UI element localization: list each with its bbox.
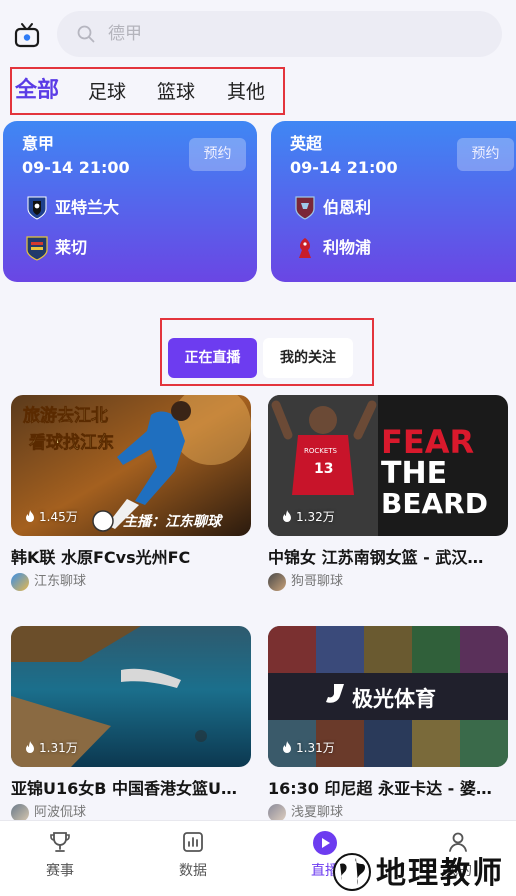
tab-data[interactable]: 数据 bbox=[158, 830, 228, 890]
match-card[interactable]: 英超 09-14 21:00 预约 伯恩利 利物浦 bbox=[271, 121, 516, 282]
search-icon bbox=[77, 25, 95, 43]
search-placeholder: 德甲 bbox=[108, 24, 142, 44]
stream-title[interactable]: 韩K联 水原FCvs光州FC bbox=[11, 546, 251, 570]
view-count: 1.31万 bbox=[282, 740, 335, 756]
book-button[interactable]: 预约 bbox=[457, 138, 514, 171]
tab-data-label: 数据 bbox=[179, 863, 207, 879]
book-button[interactable]: 预约 bbox=[189, 138, 246, 171]
match-league: 意甲 bbox=[22, 134, 55, 153]
match-league: 英超 bbox=[290, 134, 323, 153]
live-now-tab[interactable]: 正在直播 bbox=[168, 338, 257, 378]
tv-logo-icon[interactable] bbox=[14, 22, 40, 50]
view-count: 1.32万 bbox=[282, 509, 335, 525]
stream-thumbnail[interactable]: 13 ROCKETS FEAR THE BEARD 1.32万 bbox=[268, 395, 508, 536]
stream-thumbnail[interactable]: 极光体育 1.31万 bbox=[268, 626, 508, 767]
my-follow-tab[interactable]: 我的关注 bbox=[263, 338, 353, 378]
overlay-brand: 极光体育 bbox=[352, 687, 436, 711]
overlay-slogan-line1: 旅游去江北 bbox=[23, 405, 108, 426]
burnley-logo-icon bbox=[295, 196, 315, 220]
watermark-text: 地理教师 bbox=[376, 856, 504, 891]
home-team-name: 伯恩利 bbox=[323, 198, 372, 217]
liverpool-logo-icon bbox=[299, 238, 311, 258]
stream-title[interactable]: 中锦女 江苏南钢女篮 - 武汉… bbox=[268, 546, 508, 570]
chart-icon bbox=[183, 832, 203, 852]
overlay-host-label: 主播：江东聊球 bbox=[123, 513, 224, 530]
flame-icon bbox=[283, 510, 291, 522]
author-name: 江东聊球 bbox=[34, 574, 87, 589]
match-time: 09-14 21:00 bbox=[22, 158, 130, 177]
jersey-number: 13 bbox=[314, 461, 333, 477]
author-name: 狗哥聊球 bbox=[291, 574, 344, 589]
match-time: 09-14 21:00 bbox=[290, 158, 398, 177]
watermark: 地理教师 bbox=[318, 848, 516, 896]
flame-icon bbox=[26, 510, 34, 522]
category-tab-football[interactable]: 足球 bbox=[88, 80, 126, 104]
tab-events-label: 赛事 bbox=[46, 863, 74, 879]
overlay-beard: BEARD bbox=[381, 487, 488, 520]
globe-logo-icon bbox=[333, 853, 371, 891]
category-tab-other[interactable]: 其他 bbox=[227, 80, 265, 104]
stream-thumbnail[interactable]: 1.31万 bbox=[11, 626, 251, 767]
overlay-the: THE bbox=[381, 456, 447, 491]
tab-events[interactable]: 赛事 bbox=[25, 830, 95, 890]
avatar bbox=[11, 573, 29, 591]
away-team-name: 莱切 bbox=[55, 238, 88, 257]
category-tab-basketball[interactable]: 篮球 bbox=[157, 80, 195, 104]
stream-thumbnail[interactable]: 旅游去江北 看球找江东 主播：江东聊球 1.45万 bbox=[11, 395, 251, 536]
atalanta-logo-icon bbox=[27, 196, 47, 220]
stream-title[interactable]: 亚锦U16女B 中国香港女篮U… bbox=[11, 777, 251, 801]
view-count: 1.45万 bbox=[25, 509, 78, 525]
match-card[interactable]: 意甲 09-14 21:00 预约 亚特兰大 莱切 bbox=[3, 121, 257, 282]
flame-icon bbox=[283, 741, 291, 753]
away-team-name: 利物浦 bbox=[323, 238, 372, 257]
home-team-name: 亚特兰大 bbox=[55, 198, 120, 217]
stream-title[interactable]: 16:30 印尼超 永亚卡达 - 婆… bbox=[268, 777, 508, 801]
category-tab-all[interactable]: 全部 bbox=[15, 77, 59, 105]
trophy-icon bbox=[50, 832, 70, 852]
search-bar[interactable]: 德甲 bbox=[57, 11, 502, 57]
view-count: 1.31万 bbox=[25, 740, 78, 756]
jersey-text: ROCKETS bbox=[304, 447, 338, 455]
overlay-slogan-line2: 看球找江东 bbox=[28, 432, 114, 453]
lecce-logo-icon bbox=[26, 236, 48, 261]
flame-icon bbox=[26, 741, 34, 753]
avatar bbox=[268, 573, 286, 591]
